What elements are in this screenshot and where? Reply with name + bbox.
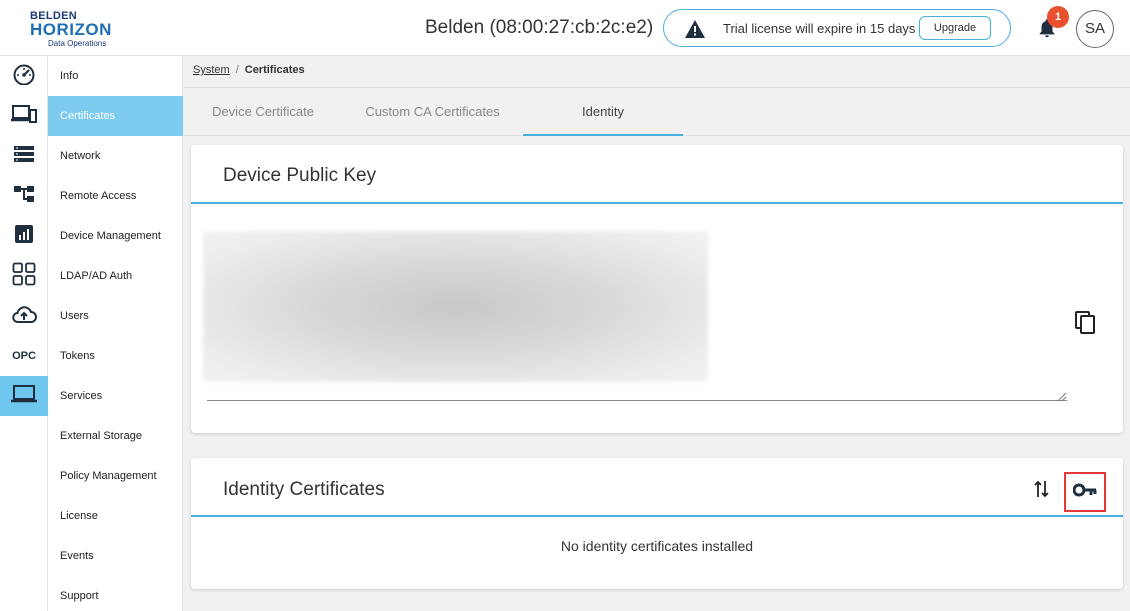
- user-avatar[interactable]: SA: [1076, 10, 1114, 48]
- breadcrumb-current: Certificates: [244, 64, 305, 76]
- device-public-key-title: Device Public Key: [223, 165, 377, 186]
- system-sidebar: Info Certificates Network Remote Access …: [48, 56, 183, 611]
- sidebar-item-policy-management[interactable]: Policy Management: [48, 456, 183, 496]
- breadcrumb-system-link[interactable]: System: [193, 64, 230, 76]
- cloud-upload-icon: [11, 304, 37, 329]
- belden-horizon-logo[interactable]: BELDEN HORIZON Data Operations: [28, 10, 128, 48]
- rail-system[interactable]: [0, 376, 48, 416]
- rail-analytics[interactable]: [0, 216, 48, 256]
- upgrade-button[interactable]: Upgrade: [919, 16, 991, 40]
- breadcrumb-separator: /: [235, 64, 239, 76]
- sidebar-item-network[interactable]: Network: [48, 136, 183, 176]
- warning-icon: [684, 19, 706, 44]
- tab-device-certificate[interactable]: Device Certificate: [184, 88, 342, 136]
- rail-devices[interactable]: [0, 96, 48, 136]
- public-key-textarea[interactable]: [203, 231, 708, 382]
- logo-tagline: Data Operations: [48, 39, 107, 48]
- apps-grid-icon: [12, 262, 36, 291]
- sidebar-item-certificates[interactable]: Certificates: [48, 96, 183, 136]
- sidebar-item-support[interactable]: Support: [48, 576, 183, 611]
- card-title-divider: [191, 202, 1123, 204]
- rail-dashboard[interactable]: [0, 56, 48, 96]
- breadcrumb: System / Certificates: [193, 64, 305, 76]
- sidebar-item-users[interactable]: Users: [48, 296, 183, 336]
- rail-apps[interactable]: [0, 256, 48, 296]
- sort-icon[interactable]: [1033, 479, 1051, 504]
- sidebar-item-info[interactable]: Info: [48, 56, 183, 96]
- sidebar-item-ldap-ad-auth[interactable]: LDAP/AD Auth: [48, 256, 183, 296]
- card-title-divider: [191, 515, 1123, 517]
- sidebar-item-tokens[interactable]: Tokens: [48, 336, 183, 376]
- rail-hierarchy[interactable]: [0, 176, 48, 216]
- sidebar-item-remote-access[interactable]: Remote Access: [48, 176, 183, 216]
- sidebar-item-device-management[interactable]: Device Management: [48, 216, 183, 256]
- device-title: Belden (08:00:27:cb:2c:e2): [425, 17, 654, 38]
- resize-handle-icon[interactable]: [1057, 389, 1067, 407]
- sidebar-item-events[interactable]: Events: [48, 536, 183, 576]
- module-rail: OPC: [0, 56, 48, 611]
- opc-label: OPC: [12, 350, 36, 362]
- rail-cloud[interactable]: [0, 296, 48, 336]
- trial-license-banner: Trial license will expire in 15 days Upg…: [663, 9, 1011, 47]
- sidebar-item-license[interactable]: License: [48, 496, 183, 536]
- hierarchy-icon: [13, 184, 35, 209]
- app-header: BELDEN HORIZON Data Operations Belden (0…: [0, 0, 1130, 56]
- add-identity-key-button[interactable]: [1064, 472, 1106, 512]
- key-icon: [1072, 483, 1097, 502]
- copy-icon[interactable]: [1075, 311, 1097, 340]
- devices-icon: [11, 104, 37, 129]
- rail-opc[interactable]: OPC: [0, 336, 48, 376]
- chart-icon: [14, 224, 34, 249]
- sidebar-item-services[interactable]: Services: [48, 376, 183, 416]
- tab-custom-ca-certificates[interactable]: Custom CA Certificates: [342, 88, 523, 136]
- sidebar-item-external-storage[interactable]: External Storage: [48, 416, 183, 456]
- tab-identity[interactable]: Identity: [523, 88, 683, 136]
- textarea-underline: [207, 400, 1067, 401]
- rail-storage[interactable]: [0, 136, 48, 176]
- notification-count-badge: 1: [1047, 6, 1069, 28]
- trial-message: Trial license will expire in 15 days: [723, 21, 916, 36]
- identity-certificates-title: Identity Certificates: [223, 479, 385, 500]
- certificate-tabs: Device Certificate Custom CA Certificate…: [184, 87, 1130, 136]
- identity-certificates-card: Identity Certificates No identity certif…: [191, 458, 1123, 589]
- device-public-key-card: Device Public Key: [191, 145, 1123, 433]
- empty-state-message: No identity certificates installed: [560, 538, 754, 554]
- dashboard-gauge-icon: [12, 63, 36, 90]
- laptop-icon: [11, 384, 37, 409]
- logo-product-line: HORIZON: [30, 20, 112, 39]
- storage-list-icon: [13, 145, 35, 168]
